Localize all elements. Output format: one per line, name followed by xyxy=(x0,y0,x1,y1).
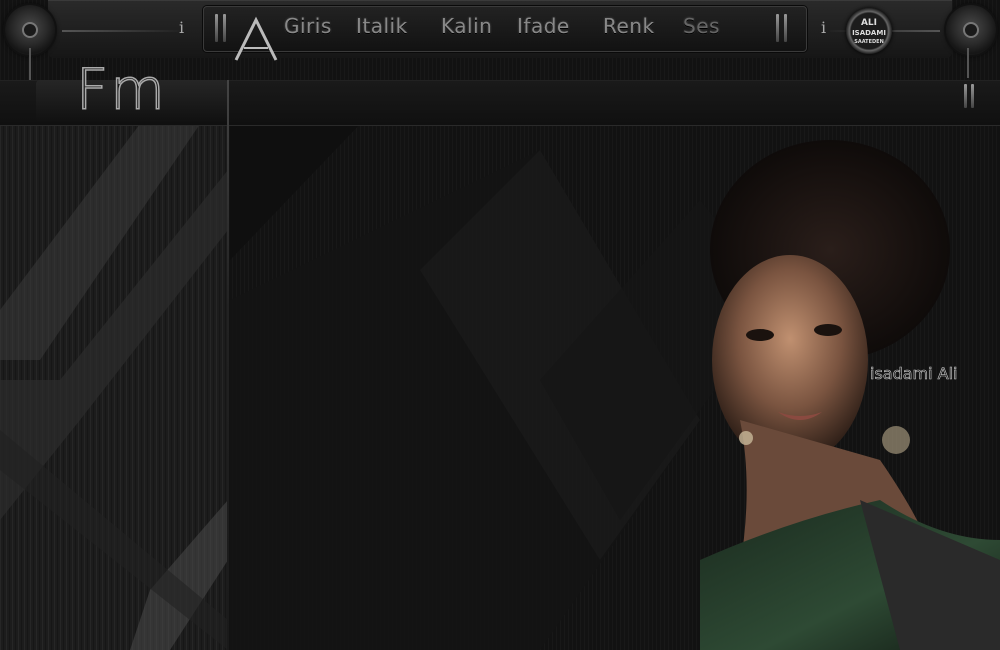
menu-item-kalin[interactable]: Kalin xyxy=(441,14,492,38)
brand-badge[interactable]: ALI ISADAMI SAATEDEN xyxy=(846,8,892,54)
badge-line-2: ISADAMI xyxy=(852,29,886,37)
rail-line-left xyxy=(62,30,180,32)
left-divider xyxy=(227,80,229,650)
menu-item-renk[interactable]: Renk xyxy=(603,14,655,38)
pause-icon-header[interactable] xyxy=(964,84,978,112)
menu-item-italik[interactable]: Italik xyxy=(356,14,408,38)
badge-line-1: ALI xyxy=(860,18,878,28)
pause-icon-right[interactable] xyxy=(776,14,790,42)
artist-watermark: isadami Ali xyxy=(870,364,958,384)
menu-item-ses[interactable]: Ses xyxy=(683,14,720,38)
badge-line-3: SAATEDEN xyxy=(854,39,884,45)
menu-item-ifade[interactable]: Ifade xyxy=(517,14,570,38)
menu-item-giris[interactable]: Giris xyxy=(284,14,332,38)
logo-a-icon xyxy=(234,16,278,61)
info-icon-left[interactable]: i xyxy=(179,18,184,37)
right-pin xyxy=(967,48,969,78)
right-knob[interactable] xyxy=(946,5,996,55)
page-title: Fm xyxy=(75,57,167,124)
pause-icon-left[interactable] xyxy=(215,14,229,42)
info-icon-right[interactable]: i xyxy=(821,18,826,37)
